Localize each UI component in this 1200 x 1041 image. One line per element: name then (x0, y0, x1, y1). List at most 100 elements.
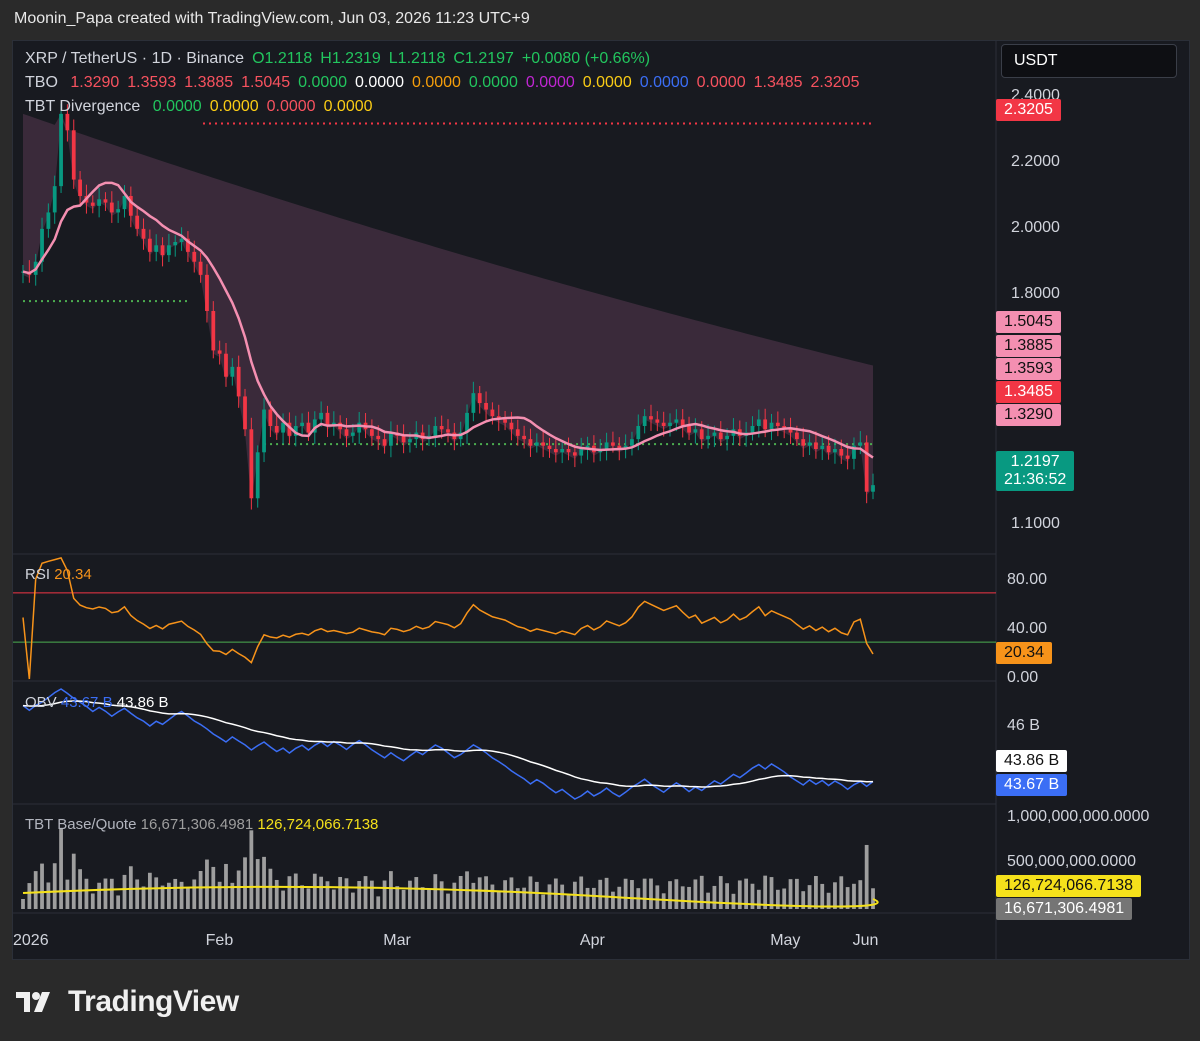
currency-selector[interactable]: USDT (1001, 44, 1177, 78)
volume-bar (598, 879, 603, 909)
volume-bar (46, 882, 51, 909)
volume-bar (725, 883, 729, 909)
candle-body (350, 432, 355, 436)
candle-body (268, 409, 273, 426)
volume-bar (21, 899, 25, 909)
legend-divergence-line: TBT Divergence 0.0000 0.0000 0.0000 0.0000 (25, 98, 381, 116)
tbt-value-1: 16,671,306.4981 (140, 816, 254, 833)
candle-body (97, 199, 102, 206)
candle-body (572, 452, 577, 456)
volume-bar (192, 879, 197, 909)
candle-body (274, 426, 279, 433)
candle-body (211, 311, 216, 351)
volume-bar (173, 878, 178, 909)
volume-bar (268, 868, 273, 909)
legend-close: C1.2197 (453, 50, 514, 67)
legend-high: H1.2319 (320, 50, 381, 67)
volume-bar (27, 883, 32, 909)
candle-body (173, 242, 178, 246)
legend-tbo-value: 2.3205 (810, 74, 860, 91)
candle-body (319, 412, 324, 420)
candle-body (845, 455, 850, 459)
volume-bar (820, 883, 825, 909)
candle-body (78, 179, 82, 196)
volume-bar (236, 870, 241, 909)
volume-bar (344, 878, 349, 909)
candle-body (192, 251, 197, 262)
candle-body (490, 409, 495, 417)
last-price-tag: 1.2197 21:36:52 (996, 451, 1075, 491)
volume-bar (547, 884, 552, 909)
candle-body (864, 442, 869, 492)
volume-bar (446, 893, 450, 909)
candle-body (604, 442, 609, 449)
price-axis-tick: 1.8000 (1011, 284, 1060, 302)
legend-tbo-value: 0.0000 (525, 74, 575, 91)
candle-body (801, 439, 806, 446)
tbt-axis-tick: 1,000,000,000.0000 (1007, 808, 1150, 825)
candle-body (839, 449, 844, 456)
legend-divergence-value: 0.0000 (152, 98, 202, 115)
tradingview-logo: TradingView (16, 985, 239, 1019)
volume-bar (566, 894, 571, 909)
legend-divergence-value: 0.0000 (323, 98, 373, 115)
volume-bar (59, 829, 63, 909)
volume-bar (814, 876, 818, 909)
volume-bar (249, 830, 254, 909)
candle-body (725, 435, 729, 440)
volume-bar (281, 890, 285, 909)
volume-bar (198, 871, 203, 909)
obv-axis-tick: 46 B (1007, 717, 1040, 734)
rsi-value-tag: 20.34 (996, 642, 1053, 664)
candle-body (750, 426, 755, 433)
volume-bar (350, 892, 355, 909)
candle-body (408, 439, 412, 443)
volume-bar (128, 866, 133, 909)
tradingview-logo-text: TradingView (68, 985, 239, 1018)
candle-body (300, 422, 304, 426)
volume-bar (376, 896, 381, 909)
candle-body (560, 449, 565, 453)
volume-bar (122, 874, 127, 909)
price-axis-tick: 1.1000 (1011, 514, 1060, 532)
price-level-tag: 1.3885 (996, 335, 1061, 357)
candle-body (376, 435, 381, 440)
candle-body (858, 442, 863, 446)
tradingview-logo-icon (16, 992, 50, 1012)
volume-bar (471, 882, 476, 909)
candle-body (528, 439, 533, 446)
legend-open: O1.2118 (252, 50, 313, 67)
legend-tbo-value: 1.3485 (753, 74, 803, 91)
volume-bar (788, 879, 793, 909)
obv-legend: OBV 43.67 B 43.86 B (25, 694, 168, 711)
candle-body (179, 238, 184, 242)
last-price-value: 1.2197 (1010, 453, 1060, 470)
candle-body (655, 419, 660, 423)
volume-bar (255, 859, 260, 909)
candle-body (611, 442, 615, 446)
volume-bar (262, 856, 266, 909)
candle-body (712, 432, 717, 436)
volume-bar (794, 878, 799, 909)
candle-body (553, 449, 558, 453)
volume-bar (503, 880, 507, 909)
price-level-tag: 1.5045 (996, 311, 1061, 333)
tbt-ma-value-tag: 126,724,066.7138 (996, 875, 1142, 897)
candle-body (116, 209, 121, 213)
candle-body (103, 199, 108, 203)
volume-bar (858, 880, 863, 909)
tbt-axis-tick: 500,000,000.0000 (1007, 853, 1137, 870)
chart-caption: Moonin_Papa created with TradingView.com… (14, 10, 530, 27)
candle-body (756, 419, 761, 426)
volume-bar (287, 876, 292, 909)
candle-body (693, 429, 698, 433)
tbt-value-2: 126,724,066.7138 (257, 816, 379, 833)
candle-body (484, 403, 488, 410)
candle-body (198, 261, 203, 275)
candle-body (775, 422, 780, 426)
candle-body (154, 245, 159, 252)
volume-bar (274, 879, 279, 909)
volume-bar (668, 881, 672, 909)
volume-bar (623, 878, 628, 909)
volume-bar (756, 889, 761, 909)
